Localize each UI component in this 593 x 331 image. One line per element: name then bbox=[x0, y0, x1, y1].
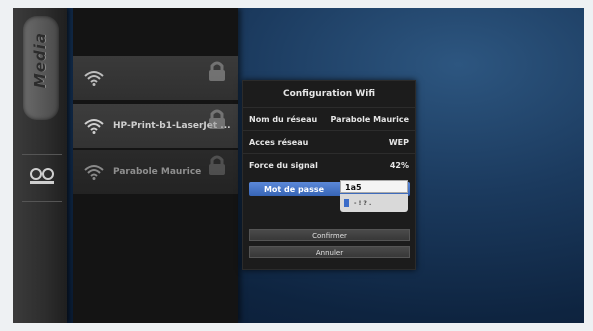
lock-icon bbox=[209, 155, 225, 175]
keypad-cursor bbox=[344, 199, 349, 207]
settings-icon[interactable] bbox=[22, 154, 62, 202]
wifi-config-dialog: Configuration Wifi Nom du réseau Parabol… bbox=[242, 80, 416, 270]
row-label: Acces réseau bbox=[249, 137, 309, 147]
lock-icon bbox=[209, 61, 225, 81]
wifi-icon bbox=[84, 119, 104, 134]
signal-strength-row: Force du signal 42% bbox=[243, 153, 415, 176]
cancel-button[interactable]: Annuler bbox=[249, 246, 410, 258]
wifi-icon bbox=[84, 71, 104, 86]
network-item[interactable]: Parabole Maurice bbox=[73, 150, 238, 194]
dialog-title: Configuration Wifi bbox=[282, 89, 376, 99]
confirm-button[interactable]: Confirmer bbox=[249, 229, 410, 241]
password-label: Mot de passe bbox=[263, 184, 325, 194]
onscreen-keypad[interactable]: - ! ? . bbox=[340, 194, 408, 212]
row-value: WEP bbox=[388, 137, 409, 147]
password-input[interactable]: 1a5 bbox=[340, 180, 408, 193]
network-item[interactable]: HP-Print-b1-LaserJet ... bbox=[73, 104, 238, 148]
network-item[interactable] bbox=[73, 56, 238, 100]
media-tab-label: Media bbox=[31, 31, 49, 89]
tv-screen: Media HP-Print-b1-LaserJet ... Parabole … bbox=[13, 8, 584, 323]
network-name-row: Nom du réseau Parabole Maurice bbox=[243, 107, 415, 130]
row-value: 42% bbox=[389, 160, 409, 170]
network-access-row: Acces réseau WEP bbox=[243, 130, 415, 153]
left-rail: Media bbox=[13, 8, 67, 323]
row-label: Force du signal bbox=[249, 160, 318, 170]
lock-icon bbox=[209, 109, 225, 129]
row-value: Parabole Maurice bbox=[330, 114, 409, 124]
network-list: HP-Print-b1-LaserJet ... Parabole Mauric… bbox=[73, 8, 238, 323]
wifi-icon bbox=[84, 165, 104, 180]
row-label: Nom du réseau bbox=[249, 114, 318, 124]
network-name: Parabole Maurice bbox=[113, 167, 202, 177]
keypad-hint: - ! ? . bbox=[354, 199, 372, 207]
